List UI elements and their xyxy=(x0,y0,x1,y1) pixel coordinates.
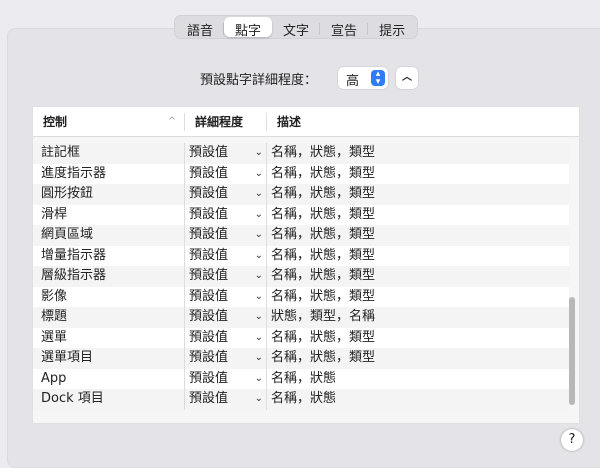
table-row[interactable]: 影像 預設值 ⌄ 名稱，狀態，類型 xyxy=(33,286,569,307)
verbosity-popup[interactable]: 預設值 ⌄ xyxy=(185,348,267,369)
description: 名稱，狀態，類型 xyxy=(271,268,376,283)
control-name: 影像 xyxy=(33,286,185,307)
description: 名稱，狀態，類型 xyxy=(271,227,376,242)
chevron-down-icon: ⌄ xyxy=(254,188,263,199)
description: 名稱，狀態 xyxy=(271,370,337,386)
control-name: 層級指示器 xyxy=(33,266,185,287)
verbosity-popup[interactable]: 預設值 ⌄ xyxy=(185,204,267,225)
verbosity-popup[interactable]: 預設值 ⌄ xyxy=(185,389,267,410)
column-header-control[interactable]: 控制 ^ xyxy=(33,112,185,131)
verbosity-table: 控制 ^ 詳細程度 描述 註記框 預設值 ⌄ 名稱，狀態，類型 進度指示器 預設值 ⌄ 名稱，狀… xyxy=(32,106,580,424)
chevron-down-icon: ⌄ xyxy=(254,331,263,343)
tab-announcements[interactable]: 宣告 xyxy=(320,17,369,39)
control-name: 選單 xyxy=(33,327,185,348)
help-button[interactable]: ? xyxy=(561,429,583,451)
table-row[interactable]: Dock 項目 預設值 ⌄ 名稱，狀態 xyxy=(33,389,569,410)
verbosity-popup[interactable]: 預設值 ⌄ xyxy=(185,307,267,328)
verbosity-popup[interactable]: 預設值 ⌄ xyxy=(185,163,267,184)
chevron-down-icon: ⌄ xyxy=(254,229,263,240)
description: 名稱，狀態，類型 xyxy=(271,145,376,160)
verbosity-label: 預設點字詳細程度： xyxy=(200,73,318,88)
verbosity-popup[interactable]: 預設值 ⌄ xyxy=(185,327,267,348)
tab-braille[interactable]: 點字 xyxy=(224,17,273,39)
tab-speech[interactable]: 語音 xyxy=(176,17,225,39)
table-row[interactable]: 選單項目 預設值 ⌄ 名稱，狀態，類型 xyxy=(33,348,569,369)
table-row[interactable]: 註記框 預設值 ⌄ 名稱，狀態，類型 xyxy=(33,143,569,164)
table-row[interactable]: 層級指示器 預設值 ⌄ 名稱，狀態，類型 xyxy=(33,266,569,287)
verbosity-popup[interactable]: 預設值 ⌄ xyxy=(185,143,267,164)
verbosity-value: 高 xyxy=(346,74,360,89)
chevron-up-icon: ︿ xyxy=(402,72,412,83)
description: 狀態，類型，名稱 xyxy=(271,309,376,324)
control-name: 網頁區域 xyxy=(33,225,185,246)
scrollbar-thumb[interactable] xyxy=(569,297,575,405)
table-row[interactable]: 滑桿 預設值 ⌄ 名稱，狀態，類型 xyxy=(33,204,569,225)
chevron-down-icon: ⌄ xyxy=(254,270,263,281)
chevron-down-icon: ⌄ xyxy=(254,290,263,302)
chevron-down-icon: ⌄ xyxy=(254,147,263,158)
description: 名稱，狀態，類型 xyxy=(271,186,376,201)
chevron-down-icon: ⌄ xyxy=(254,372,263,384)
verbosity-popup[interactable]: 預設值 ⌄ xyxy=(185,266,267,287)
tab-bar: 語音 點字 文字 宣告 提示 xyxy=(174,15,419,39)
description: 名稱，狀態，類型 xyxy=(271,288,376,304)
verbosity-popup[interactable]: 預設值 ⌄ xyxy=(185,225,267,246)
control-name: 進度指示器 xyxy=(33,163,185,184)
table-row[interactable]: 選單 預設值 ⌄ 名稱，狀態，類型 xyxy=(33,327,569,348)
table-header: 控制 ^ 詳細程度 描述 xyxy=(33,107,579,137)
table-row[interactable]: 網頁區域 預設值 ⌄ 名稱，狀態，類型 xyxy=(33,225,569,246)
sort-ascending-icon: ^ xyxy=(167,115,176,127)
chevron-down-icon: ⌄ xyxy=(254,393,263,404)
description: 名稱，狀態，類型 xyxy=(271,206,376,222)
control-name: 圓形按鈕 xyxy=(33,184,185,205)
chevron-down-icon: ⌄ xyxy=(254,249,263,261)
column-header-description[interactable]: 描述 xyxy=(267,113,579,131)
control-name: 增量指示器 xyxy=(33,245,185,266)
table-body: 註記框 預設值 ⌄ 名稱，狀態，類型 進度指示器 預設值 ⌄ 名稱，狀態，類型 圓形按鈕 預設值 ⌄… xyxy=(33,143,569,410)
control-name: App xyxy=(33,368,185,389)
verbosity-select[interactable]: 高 ▴ ▾ xyxy=(338,67,388,89)
description: 名稱，狀態 xyxy=(271,391,337,406)
table-row[interactable]: 圓形按鈕 預設值 ⌄ 名稱，狀態，類型 xyxy=(33,184,569,205)
description: 名稱，狀態，類型 xyxy=(271,329,376,345)
description: 名稱，狀態，類型 xyxy=(271,350,376,365)
description: 名稱，狀態，類型 xyxy=(271,247,376,263)
table-row[interactable]: 進度指示器 預設值 ⌄ 名稱，狀態，類型 xyxy=(33,163,569,184)
column-header-verbosity[interactable]: 詳細程度 xyxy=(185,112,267,131)
chevron-down-icon: ⌄ xyxy=(254,167,263,179)
verbosity-popup[interactable]: 預設值 ⌄ xyxy=(185,245,267,266)
table-row[interactable]: 增量指示器 預設值 ⌄ 名稱，狀態，類型 xyxy=(33,245,569,266)
control-name: 滑桿 xyxy=(33,204,185,225)
control-name: 選單項目 xyxy=(33,348,185,369)
tab-hints[interactable]: 提示 xyxy=(368,17,416,39)
collapse-button[interactable]: ︿ xyxy=(396,67,418,89)
control-name: 註記框 xyxy=(33,143,185,164)
tab-text[interactable]: 文字 xyxy=(272,17,321,39)
chevron-down-icon: ⌄ xyxy=(254,311,263,322)
updown-chevron-icon: ▴ ▾ xyxy=(371,70,385,87)
control-name: 標題 xyxy=(33,307,185,328)
verbosity-popup[interactable]: 預設值 ⌄ xyxy=(185,286,267,307)
table-row[interactable]: App 預設值 ⌄ 名稱，狀態 xyxy=(33,368,569,389)
verbosity-popup[interactable]: 預設值 ⌄ xyxy=(185,184,267,205)
chevron-down-icon: ⌄ xyxy=(254,208,263,220)
description: 名稱，狀態，類型 xyxy=(271,165,376,181)
table-row[interactable]: 標題 預設值 ⌄ 狀態，類型，名稱 xyxy=(33,307,569,328)
verbosity-popup[interactable]: 預設值 ⌄ xyxy=(185,368,267,389)
control-name: Dock 項目 xyxy=(33,389,185,410)
chevron-down-icon: ⌄ xyxy=(254,352,263,363)
